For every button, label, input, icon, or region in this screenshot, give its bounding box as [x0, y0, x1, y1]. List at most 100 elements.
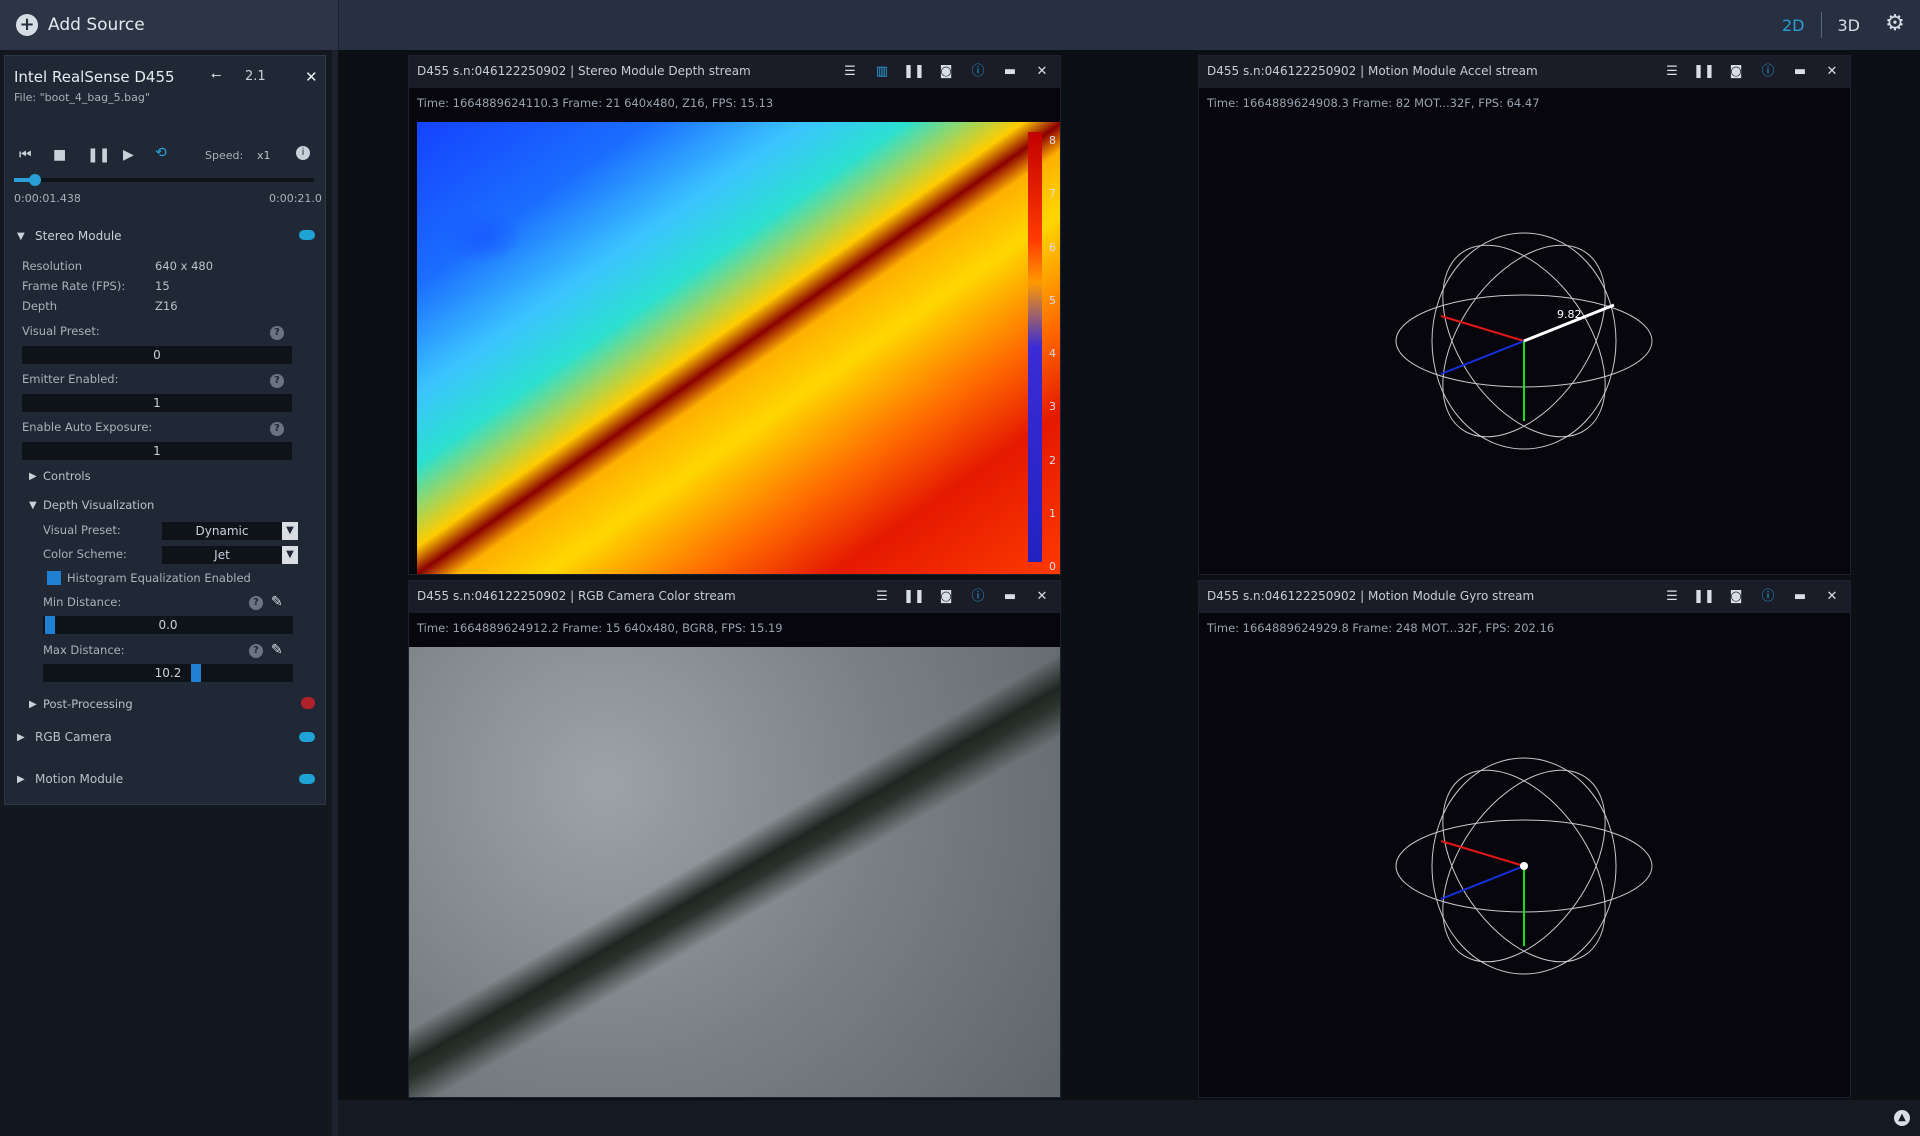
- depth-visualization-section[interactable]: Depth Visualization: [43, 498, 154, 512]
- depth-image: [417, 122, 1060, 574]
- info-icon[interactable]: ⓘ: [966, 62, 990, 82]
- pane-toolbar: ☰ ▥ ❚❚ ◙ ⓘ ▬ ✕: [838, 62, 1054, 82]
- help-icon[interactable]: ?: [270, 422, 284, 436]
- collapse-arrow-icon[interactable]: ▼: [17, 231, 25, 242]
- chevron-down-icon[interactable]: ▼: [282, 546, 298, 564]
- help-icon[interactable]: ?: [249, 644, 263, 658]
- gyro-stream-pane: D455 s.n:046122250902 | Motion Module Gy…: [1198, 580, 1851, 1098]
- help-icon[interactable]: ?: [249, 596, 263, 610]
- controls-section[interactable]: Controls: [43, 469, 91, 483]
- histogram-checkbox[interactable]: [47, 571, 61, 585]
- scale-tick-label: 4: [1049, 347, 1056, 360]
- resolution-value[interactable]: 640 x 480: [155, 259, 213, 273]
- edit-icon[interactable]: ✎: [271, 594, 283, 610]
- info-icon[interactable]: i: [296, 146, 310, 160]
- collapse-arrow-icon[interactable]: ▼: [29, 500, 37, 511]
- motion-toggle-icon[interactable]: [299, 774, 315, 784]
- dv-preset-select[interactable]: Dynamic: [162, 522, 282, 540]
- usb-version: 2.1: [245, 69, 266, 84]
- camera-icon[interactable]: ◙: [1724, 587, 1748, 607]
- pane-title: D455 s.n:046122250902 | Stereo Module De…: [417, 64, 751, 78]
- camera-icon[interactable]: ◙: [934, 587, 958, 607]
- pane-title: D455 s.n:046122250902 | Motion Module Ac…: [1207, 64, 1538, 78]
- auto-exposure-field[interactable]: 1: [22, 442, 292, 460]
- depth-format-value[interactable]: Z16: [155, 299, 178, 313]
- chevron-up-icon[interactable]: ▲: [1894, 1110, 1910, 1126]
- maximize-icon[interactable]: ▬: [1788, 62, 1812, 82]
- add-source-label: Add Source: [48, 15, 145, 35]
- pane-title: D455 s.n:046122250902 | RGB Camera Color…: [417, 589, 736, 603]
- depth-stream-pane: D455 s.n:046122250902 | Stereo Module De…: [408, 55, 1061, 575]
- edit-icon[interactable]: ✎: [271, 642, 283, 658]
- pause-icon[interactable]: ❚❚: [902, 62, 926, 82]
- top-bar: + Add Source 2D 3D ⚙: [0, 0, 1920, 50]
- device-sidebar: Intel RealSense D455 ⭠ 2.1 ✕ File: "boot…: [0, 50, 338, 1136]
- camera-icon[interactable]: ◙: [934, 62, 958, 82]
- post-processing-section[interactable]: Post-Processing: [43, 697, 133, 711]
- pane-header: D455 s.n:046122250902 | Motion Module Gy…: [1199, 581, 1850, 613]
- maximize-icon[interactable]: ▬: [998, 587, 1022, 607]
- view-3d-button[interactable]: 3D: [1838, 16, 1861, 35]
- post-processing-toggle-icon[interactable]: [301, 697, 315, 709]
- chart-icon[interactable]: ▥: [870, 62, 894, 82]
- pane-toolbar: ☰ ❚❚ ◙ ⓘ ▬ ✕: [1660, 62, 1844, 82]
- loop-icon[interactable]: ⟲: [155, 145, 167, 161]
- view-2d-button[interactable]: 2D: [1782, 16, 1805, 35]
- add-source-button[interactable]: + Add Source: [0, 0, 339, 50]
- skip-back-icon[interactable]: ⏮: [19, 147, 32, 163]
- chevron-down-icon[interactable]: ▼: [282, 522, 298, 540]
- expand-arrow-icon[interactable]: ▶: [29, 699, 37, 710]
- accel-stream-pane: D455 s.n:046122250902 | Motion Module Ac…: [1198, 55, 1851, 575]
- step-forward-icon[interactable]: ▶: [123, 147, 134, 163]
- pause-icon[interactable]: ❚❚: [87, 147, 110, 163]
- expand-arrow-icon[interactable]: ▶: [17, 732, 25, 743]
- min-distance-slider[interactable]: 0.0: [43, 616, 293, 634]
- info-icon[interactable]: ⓘ: [1756, 62, 1780, 82]
- rgb-camera-header[interactable]: RGB Camera: [35, 730, 112, 744]
- stereo-module-header[interactable]: Stereo Module: [35, 229, 122, 243]
- motion-module-header[interactable]: Motion Module: [35, 772, 123, 786]
- seek-track[interactable]: [14, 178, 314, 182]
- seek-handle[interactable]: [29, 174, 41, 186]
- fps-value[interactable]: 15: [155, 279, 170, 293]
- help-icon[interactable]: ?: [270, 326, 284, 340]
- expand-arrow-icon[interactable]: ▶: [29, 471, 37, 482]
- time-current: 0:00:01.438: [14, 192, 81, 205]
- list-icon[interactable]: ☰: [1660, 587, 1684, 607]
- maximize-icon[interactable]: ▬: [998, 62, 1022, 82]
- emitter-field[interactable]: 1: [22, 394, 292, 412]
- close-icon[interactable]: ✕: [1820, 62, 1844, 82]
- gear-icon[interactable]: ⚙: [1882, 11, 1908, 37]
- list-icon[interactable]: ☰: [1660, 62, 1684, 82]
- min-distance-label: Min Distance:: [43, 595, 122, 609]
- pause-icon[interactable]: ❚❚: [1692, 587, 1716, 607]
- stop-icon[interactable]: ■: [53, 147, 66, 163]
- stream-info: Time: 1664889624110.3 Frame: 21 640x480,…: [417, 96, 774, 110]
- list-icon[interactable]: ☰: [838, 62, 862, 82]
- pane-toolbar: ☰ ❚❚ ◙ ⓘ ▬ ✕: [870, 587, 1054, 607]
- min-distance-handle[interactable]: [45, 616, 55, 634]
- speed-value[interactable]: x1: [257, 149, 271, 162]
- info-icon[interactable]: ⓘ: [966, 587, 990, 607]
- maximize-icon[interactable]: ▬: [1788, 587, 1812, 607]
- max-distance-slider[interactable]: 10.2: [43, 664, 293, 682]
- close-icon[interactable]: ✕: [1820, 587, 1844, 607]
- auto-exposure-label: Enable Auto Exposure:: [22, 420, 153, 434]
- camera-icon[interactable]: ◙: [1724, 62, 1748, 82]
- info-icon[interactable]: ⓘ: [1756, 587, 1780, 607]
- max-distance-handle[interactable]: [191, 664, 201, 682]
- pane-header: D455 s.n:046122250902 | RGB Camera Color…: [409, 581, 1060, 613]
- help-icon[interactable]: ?: [270, 374, 284, 388]
- pause-icon[interactable]: ❚❚: [1692, 62, 1716, 82]
- visual-preset-field[interactable]: 0: [22, 346, 292, 364]
- close-icon[interactable]: ✕: [1030, 62, 1054, 82]
- color-scheme-select[interactable]: Jet: [162, 546, 282, 564]
- list-icon[interactable]: ☰: [870, 587, 894, 607]
- close-device-icon[interactable]: ✕: [305, 68, 318, 86]
- rgb-toggle-icon[interactable]: [299, 732, 315, 742]
- pause-icon[interactable]: ❚❚: [902, 587, 926, 607]
- stereo-toggle-icon[interactable]: [299, 230, 315, 240]
- close-icon[interactable]: ✕: [1030, 587, 1054, 607]
- stream-info: Time: 1664889624912.2 Frame: 15 640x480,…: [417, 621, 783, 635]
- expand-arrow-icon[interactable]: ▶: [17, 774, 25, 785]
